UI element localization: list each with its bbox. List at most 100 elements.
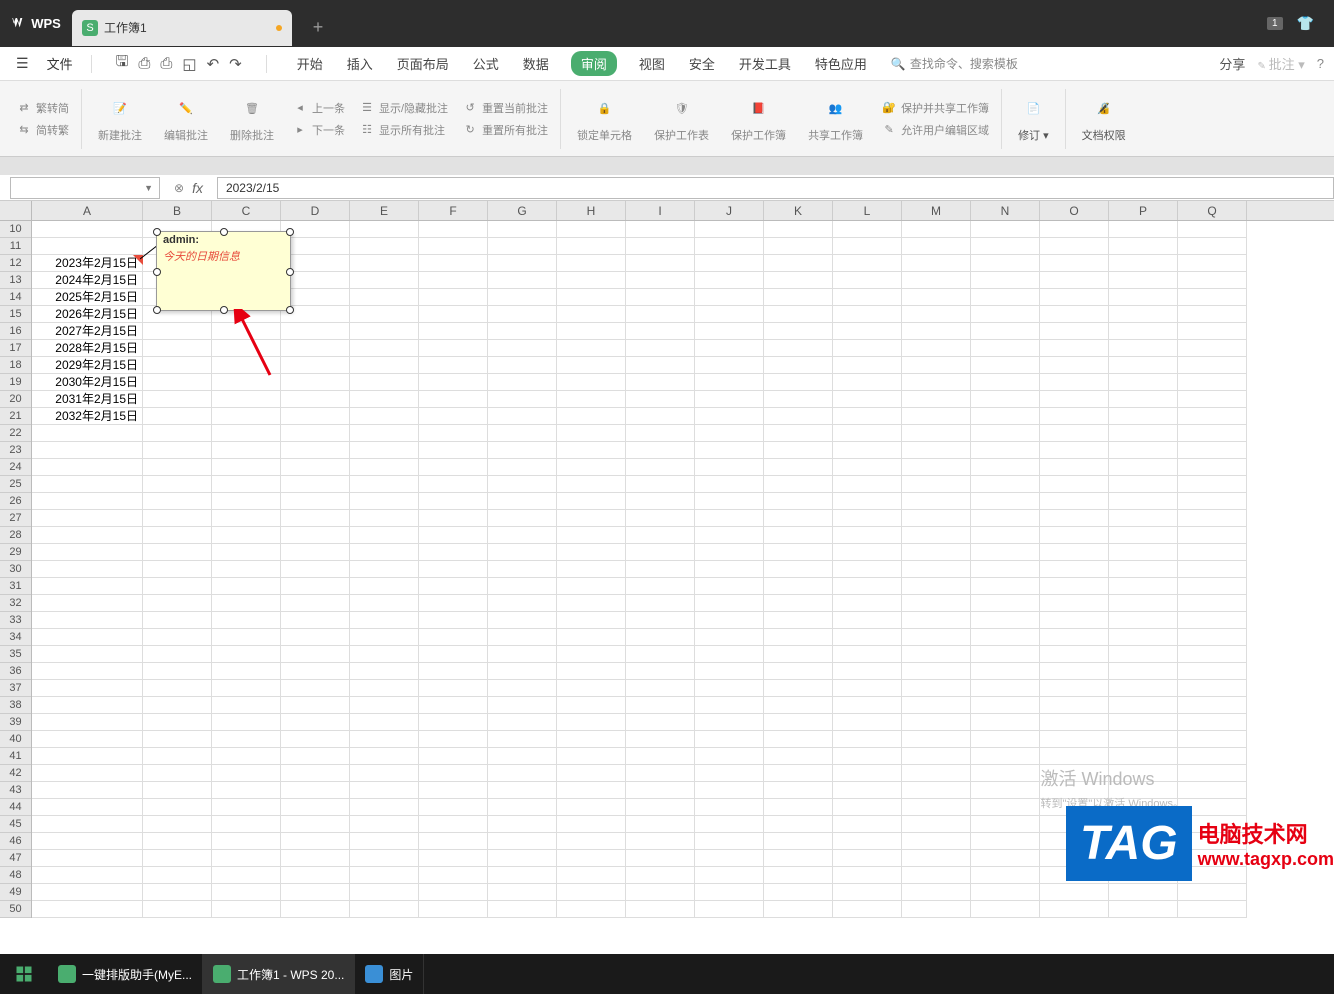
- cell[interactable]: [626, 799, 695, 816]
- cell[interactable]: [833, 833, 902, 850]
- cell[interactable]: [212, 731, 281, 748]
- cell[interactable]: [1178, 323, 1247, 340]
- cell[interactable]: [971, 697, 1040, 714]
- cell[interactable]: [350, 765, 419, 782]
- cell[interactable]: [32, 646, 143, 663]
- cell[interactable]: [488, 816, 557, 833]
- cell[interactable]: [419, 289, 488, 306]
- cell[interactable]: [764, 612, 833, 629]
- cell[interactable]: [695, 884, 764, 901]
- cell[interactable]: [626, 510, 695, 527]
- cell[interactable]: [281, 340, 350, 357]
- hamburger-icon[interactable]: ☰: [10, 55, 35, 72]
- cell[interactable]: [143, 816, 212, 833]
- cell[interactable]: [350, 833, 419, 850]
- cell[interactable]: [212, 340, 281, 357]
- cell[interactable]: [350, 544, 419, 561]
- cell[interactable]: [350, 238, 419, 255]
- cell[interactable]: [971, 459, 1040, 476]
- cell[interactable]: [143, 544, 212, 561]
- cell[interactable]: [212, 629, 281, 646]
- cell[interactable]: [971, 646, 1040, 663]
- cell[interactable]: [143, 374, 212, 391]
- cell[interactable]: [1109, 391, 1178, 408]
- cell[interactable]: [695, 697, 764, 714]
- cell[interactable]: [32, 901, 143, 918]
- cell[interactable]: [764, 340, 833, 357]
- cell[interactable]: [281, 391, 350, 408]
- cell[interactable]: [1109, 663, 1178, 680]
- cell[interactable]: [488, 527, 557, 544]
- cell[interactable]: [695, 408, 764, 425]
- cell[interactable]: [350, 493, 419, 510]
- cell[interactable]: [971, 340, 1040, 357]
- cell[interactable]: [626, 595, 695, 612]
- cell[interactable]: [971, 833, 1040, 850]
- cell[interactable]: [488, 459, 557, 476]
- cell[interactable]: 2028年2月15日: [32, 340, 143, 357]
- cell[interactable]: [488, 697, 557, 714]
- cell[interactable]: [695, 799, 764, 816]
- cell[interactable]: [1178, 680, 1247, 697]
- cell[interactable]: [557, 493, 626, 510]
- cell[interactable]: [626, 306, 695, 323]
- cell[interactable]: [764, 782, 833, 799]
- cell[interactable]: [1109, 323, 1178, 340]
- row-header[interactable]: 18: [0, 357, 31, 374]
- cell[interactable]: [419, 544, 488, 561]
- row-header[interactable]: 49: [0, 884, 31, 901]
- cell[interactable]: [695, 578, 764, 595]
- cell[interactable]: [1040, 527, 1109, 544]
- cell[interactable]: [1109, 340, 1178, 357]
- cell[interactable]: [833, 714, 902, 731]
- cell[interactable]: [764, 408, 833, 425]
- cell[interactable]: [32, 612, 143, 629]
- row-header[interactable]: 20: [0, 391, 31, 408]
- cell[interactable]: [626, 289, 695, 306]
- cell[interactable]: [557, 527, 626, 544]
- cell[interactable]: [419, 833, 488, 850]
- cell[interactable]: [695, 272, 764, 289]
- cell[interactable]: [1109, 357, 1178, 374]
- cell[interactable]: [833, 663, 902, 680]
- cell[interactable]: [971, 578, 1040, 595]
- cell[interactable]: [350, 340, 419, 357]
- skin-icon[interactable]: 👕: [1297, 15, 1314, 32]
- column-header[interactable]: K: [764, 201, 833, 220]
- cell[interactable]: [833, 884, 902, 901]
- cell[interactable]: [557, 272, 626, 289]
- cell[interactable]: [833, 697, 902, 714]
- cell[interactable]: [32, 816, 143, 833]
- delete-comment-button[interactable]: 🗑删除批注: [220, 91, 284, 147]
- cell[interactable]: [971, 782, 1040, 799]
- row-header[interactable]: 43: [0, 782, 31, 799]
- cell[interactable]: [281, 680, 350, 697]
- cell[interactable]: [1040, 561, 1109, 578]
- cell[interactable]: [1040, 289, 1109, 306]
- column-header[interactable]: P: [1109, 201, 1178, 220]
- cell[interactable]: [488, 238, 557, 255]
- cell[interactable]: [626, 663, 695, 680]
- cell[interactable]: [971, 595, 1040, 612]
- row-header[interactable]: 42: [0, 765, 31, 782]
- cell[interactable]: [419, 901, 488, 918]
- cell[interactable]: [902, 459, 971, 476]
- cell[interactable]: [971, 731, 1040, 748]
- share-button[interactable]: 分享: [1219, 54, 1245, 73]
- cell[interactable]: [281, 646, 350, 663]
- row-header[interactable]: 44: [0, 799, 31, 816]
- cell[interactable]: [1178, 221, 1247, 238]
- cell[interactable]: [902, 561, 971, 578]
- cell[interactable]: [1178, 408, 1247, 425]
- cell[interactable]: [350, 816, 419, 833]
- cell[interactable]: [902, 646, 971, 663]
- cell[interactable]: [350, 306, 419, 323]
- reset-all-button[interactable]: ↻重置所有批注: [462, 122, 548, 138]
- cell[interactable]: [212, 765, 281, 782]
- cell[interactable]: [833, 901, 902, 918]
- row-header[interactable]: 25: [0, 476, 31, 493]
- cell[interactable]: [1040, 238, 1109, 255]
- cell[interactable]: [626, 323, 695, 340]
- cell[interactable]: [212, 833, 281, 850]
- cell[interactable]: [902, 255, 971, 272]
